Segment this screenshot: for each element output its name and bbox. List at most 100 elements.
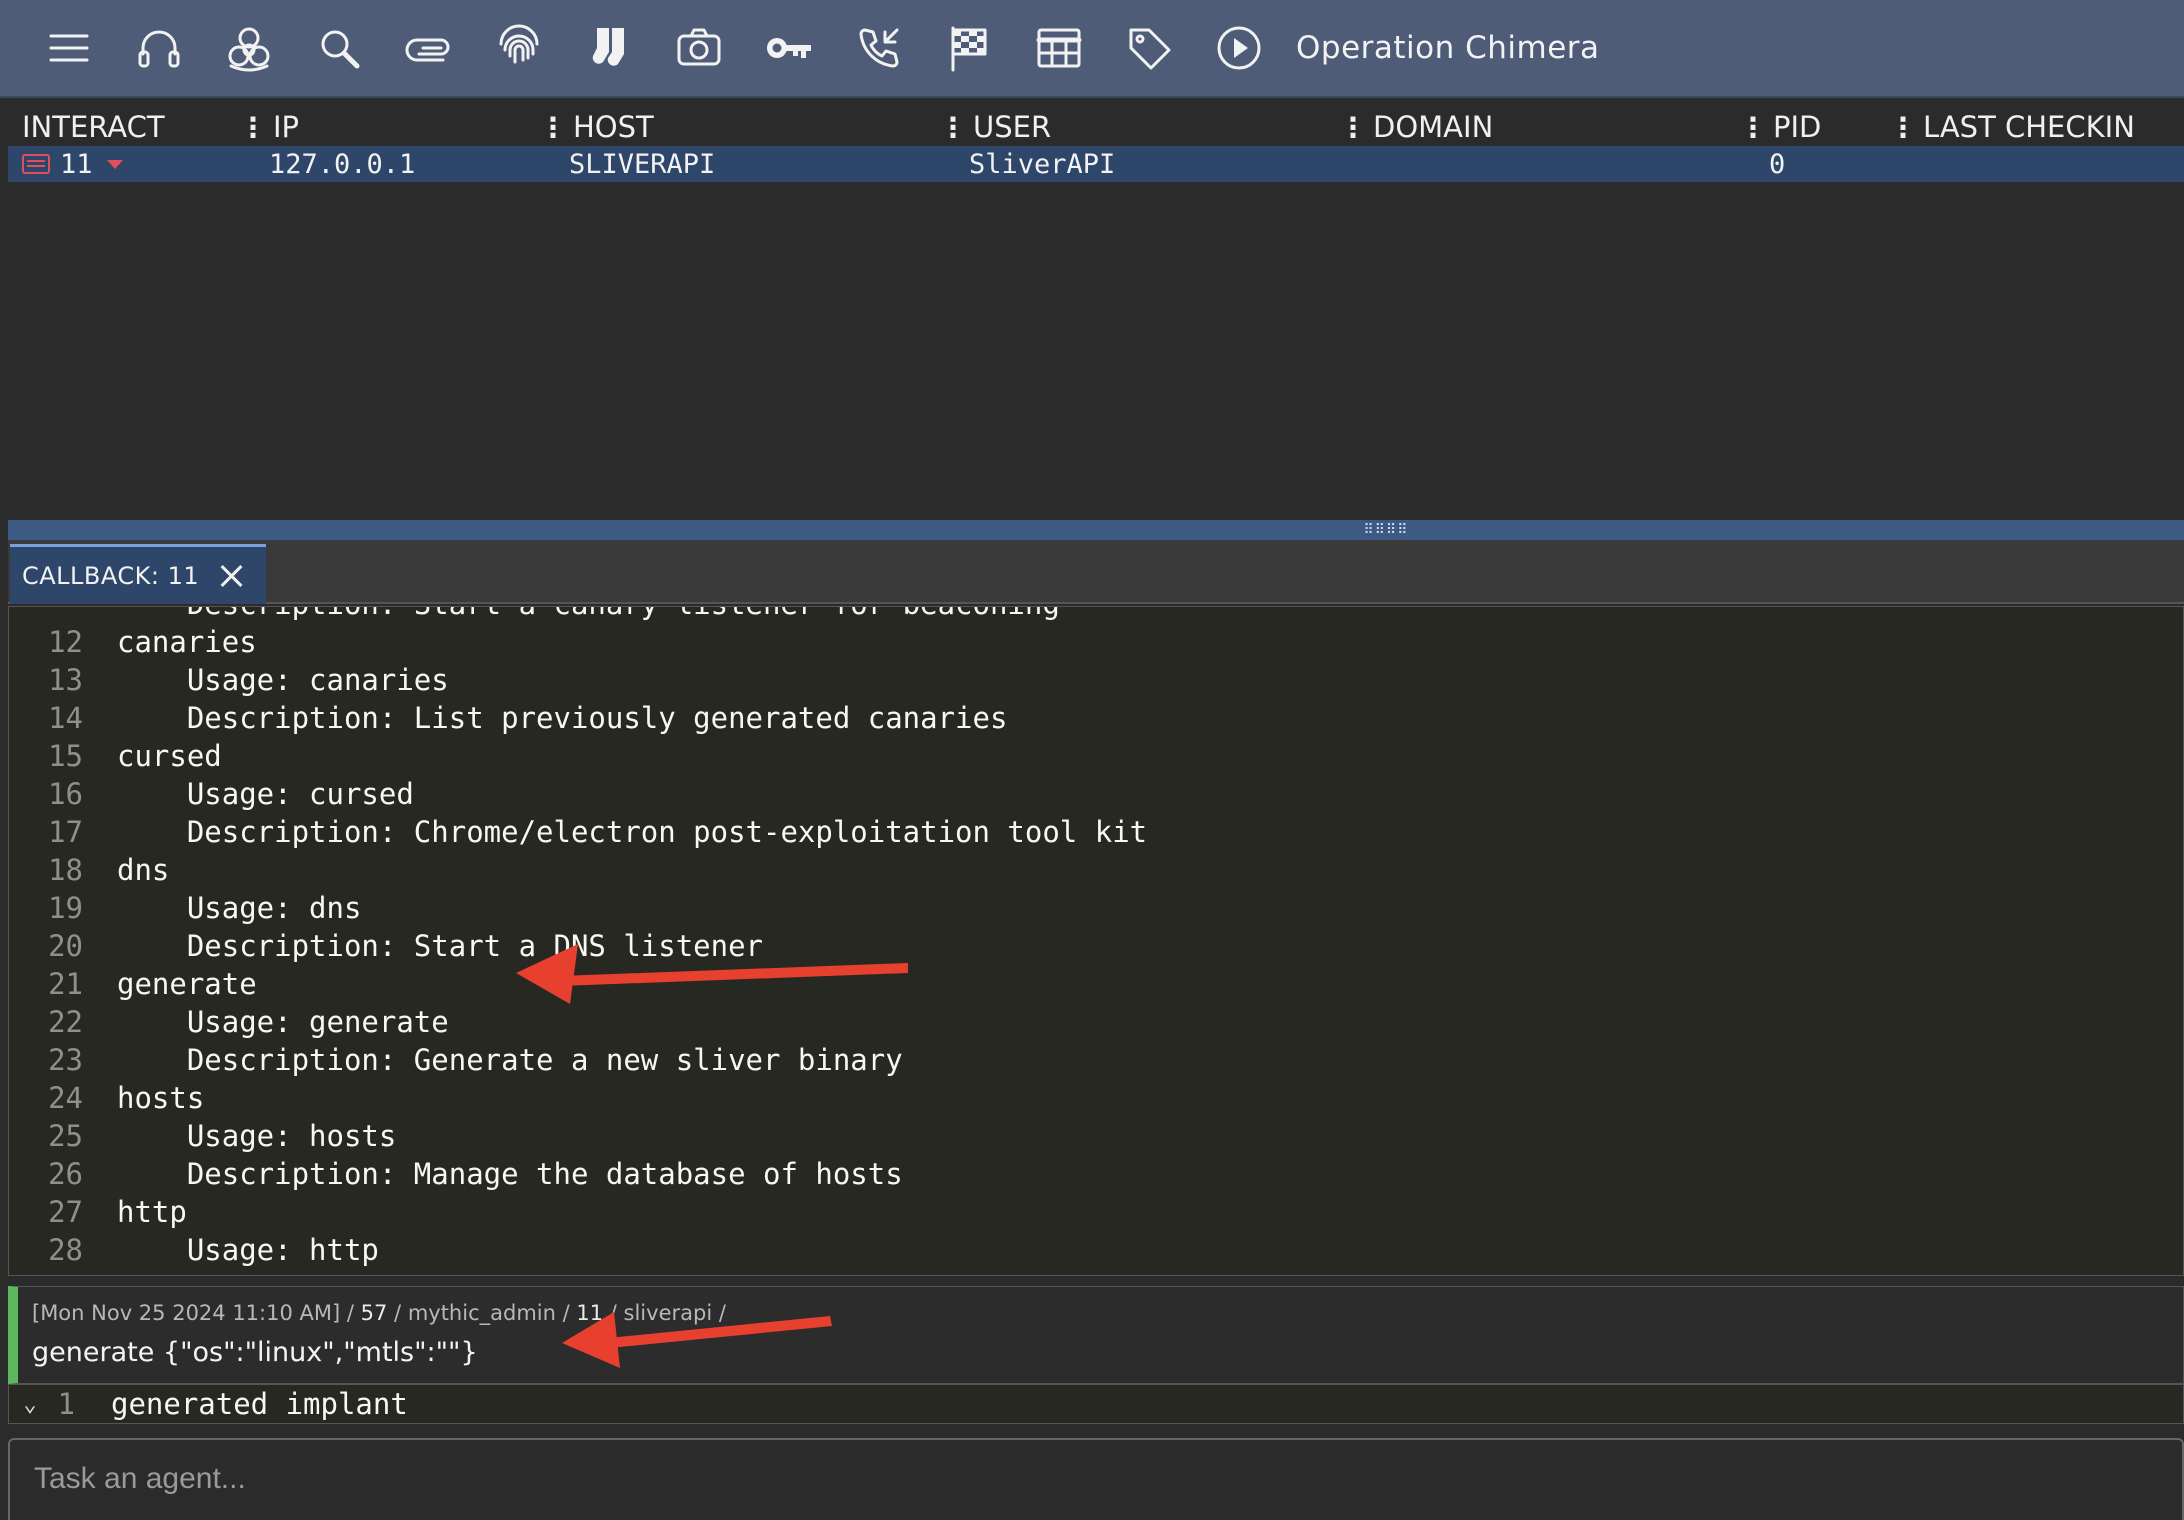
user-cell: SliverAPI: [969, 148, 1116, 180]
tab-strip: CALLBACK: 11: [8, 540, 2184, 604]
line-number: 29: [9, 1271, 89, 1275]
task-card[interactable]: [Mon Nov 25 2024 11:10 AM] / 57 / mythic…: [8, 1286, 2184, 1384]
line-text: Description: Chrome/electron post-exploi…: [117, 815, 1148, 849]
output-line-partial: Description: Start a canary listener for…: [9, 607, 1060, 623]
column-header-last-checkin[interactable]: ⋮ LAST CHECKIN: [1889, 110, 2169, 144]
column-header-pid[interactable]: ⋮ PID: [1739, 110, 1889, 144]
line-text: Description: Generate a new sliver binar…: [117, 1043, 903, 1077]
task-response[interactable]: ⌄ 1 generated implant: [8, 1384, 2184, 1424]
output-line: 19 Usage: dns: [9, 889, 361, 927]
line-number: 13: [48, 663, 83, 697]
output-line: 25 Usage: hosts: [9, 1117, 396, 1155]
key-icon[interactable]: [744, 0, 834, 97]
dropdown-caret-icon[interactable]: [106, 159, 123, 169]
line-number: 24: [48, 1081, 83, 1115]
output-line: 15 cursed: [9, 737, 222, 775]
line-number: 14: [48, 701, 83, 735]
output-line: 17 Description: Chrome/electron post-exp…: [9, 813, 1147, 851]
task-callback-link[interactable]: 11: [576, 1301, 603, 1325]
headphones-icon[interactable]: [114, 0, 204, 97]
line-text: Usage: canaries: [117, 663, 449, 697]
socks-icon[interactable]: [564, 0, 654, 97]
output-line: 18 dns: [9, 851, 169, 889]
output-line: 16 Usage: cursed: [9, 775, 414, 813]
task-operator: mythic_admin: [407, 1301, 556, 1325]
interact-cell[interactable]: 11: [8, 149, 239, 180]
response-text: generated implant: [111, 1387, 408, 1421]
phone-callback-icon[interactable]: [834, 0, 924, 97]
table-row[interactable]: 11 127.0.0.1 SLIVERAPI SliverAPI 0: [8, 146, 2184, 182]
line-text: Description: List previously generated c…: [117, 701, 1008, 735]
line-text: Usage: dns: [117, 891, 362, 925]
menu-icon[interactable]: [24, 0, 114, 97]
line-text: Description: Start a DNS listener: [117, 929, 764, 963]
paperclip-icon[interactable]: [384, 0, 474, 97]
line-number: 19: [48, 891, 83, 925]
output-line: 20 Description: Start a DNS listener: [9, 927, 763, 965]
play-circle-icon[interactable]: [1194, 0, 1284, 97]
line-number: 27: [48, 1195, 83, 1229]
line-text: cursed: [117, 739, 222, 773]
line-number: 16: [48, 777, 83, 811]
command-output-viewer[interactable]: Description: Start a canary listener for…: [8, 606, 2184, 1276]
line-number: 20: [48, 929, 83, 963]
output-line: 24 hosts: [9, 1079, 204, 1117]
tag-icon[interactable]: [1104, 0, 1194, 97]
line-text: dns: [117, 853, 170, 887]
task-command: generate {"os":"linux","mtls":""}: [32, 1337, 478, 1368]
chevron-down-icon[interactable]: ⌄: [9, 1392, 37, 1417]
line-text: hosts: [117, 1081, 205, 1115]
task-input[interactable]: [8, 1438, 2184, 1520]
callbacks-table: INTERACT ⋮ IP ⋮ HOST ⋮ USER ⋮ DOMAIN ⋮ PID ⋮ L…: [8, 100, 2184, 520]
line-text: Usage: http: [117, 1233, 379, 1267]
line-number: 15: [48, 739, 83, 773]
line-number: 21: [48, 967, 83, 1001]
camera-icon[interactable]: [654, 0, 744, 97]
operation-name[interactable]: Operation Chimera: [1296, 30, 1600, 66]
tab-label: CALLBACK: 11: [22, 561, 200, 590]
column-header-interact[interactable]: INTERACT: [8, 110, 239, 144]
line-number: 23: [48, 1043, 83, 1077]
line-text: generate: [117, 967, 257, 1001]
top-navigation-bar: Operation Chimera: [0, 0, 2184, 98]
output-line: 26 Description: Manage the database of h…: [9, 1155, 903, 1193]
column-header-domain[interactable]: ⋮ DOMAIN: [1339, 110, 1739, 144]
output-line: 12 canaries: [9, 623, 257, 661]
table-icon[interactable]: [1014, 0, 1104, 97]
line-text: Description: Start an HTTP listener: [89, 1271, 798, 1275]
output-line: 29 Description: Start an HTTP listener: [9, 1269, 798, 1275]
line-number: 18: [48, 853, 83, 887]
column-header-host[interactable]: ⋮ HOST: [539, 110, 939, 144]
line-number: 26: [48, 1157, 83, 1191]
line-number: 12: [48, 625, 83, 659]
line-text: Usage: generate: [117, 1005, 449, 1039]
biohazard-icon[interactable]: [204, 0, 294, 97]
output-line: 14 Description: List previously generate…: [9, 699, 1007, 737]
response-line-number: 1: [57, 1387, 75, 1421]
output-line: 22 Usage: generate: [9, 1003, 449, 1041]
host-cell: SLIVERAPI: [569, 148, 716, 180]
column-header-user[interactable]: ⋮ USER: [939, 110, 1339, 144]
pid-cell: 0: [1769, 148, 1786, 180]
search-icon[interactable]: [294, 0, 384, 97]
output-line: 27 http: [9, 1193, 187, 1231]
close-icon[interactable]: [217, 562, 245, 590]
column-header-ip[interactable]: ⋮ IP: [239, 110, 539, 144]
fingerprint-icon[interactable]: [474, 0, 564, 97]
output-line: 13 Usage: canaries: [9, 661, 449, 699]
tab-callback-11[interactable]: CALLBACK: 11: [10, 544, 266, 604]
line-text: canaries: [117, 625, 257, 659]
output-line: 28 Usage: http: [9, 1231, 379, 1269]
line-number: 25: [48, 1119, 83, 1153]
line-text: Description: Manage the database of host…: [117, 1157, 903, 1191]
task-payload-type: sliverapi: [623, 1301, 713, 1325]
pane-resize-handle[interactable]: ⠿⠿⠿⠿: [8, 520, 2184, 540]
line-text: http: [117, 1195, 187, 1229]
keyboard-icon[interactable]: [22, 154, 50, 174]
checkered-flag-icon[interactable]: [924, 0, 1014, 97]
task-metadata: [Mon Nov 25 2024 11:10 AM] / 57 / mythic…: [32, 1301, 726, 1325]
output-line: 21 generate: [9, 965, 257, 1003]
drag-grip-icon[interactable]: ⠿⠿⠿⠿: [1363, 522, 1408, 538]
line-number: 28: [48, 1233, 83, 1267]
task-id-link[interactable]: 57: [361, 1301, 388, 1325]
